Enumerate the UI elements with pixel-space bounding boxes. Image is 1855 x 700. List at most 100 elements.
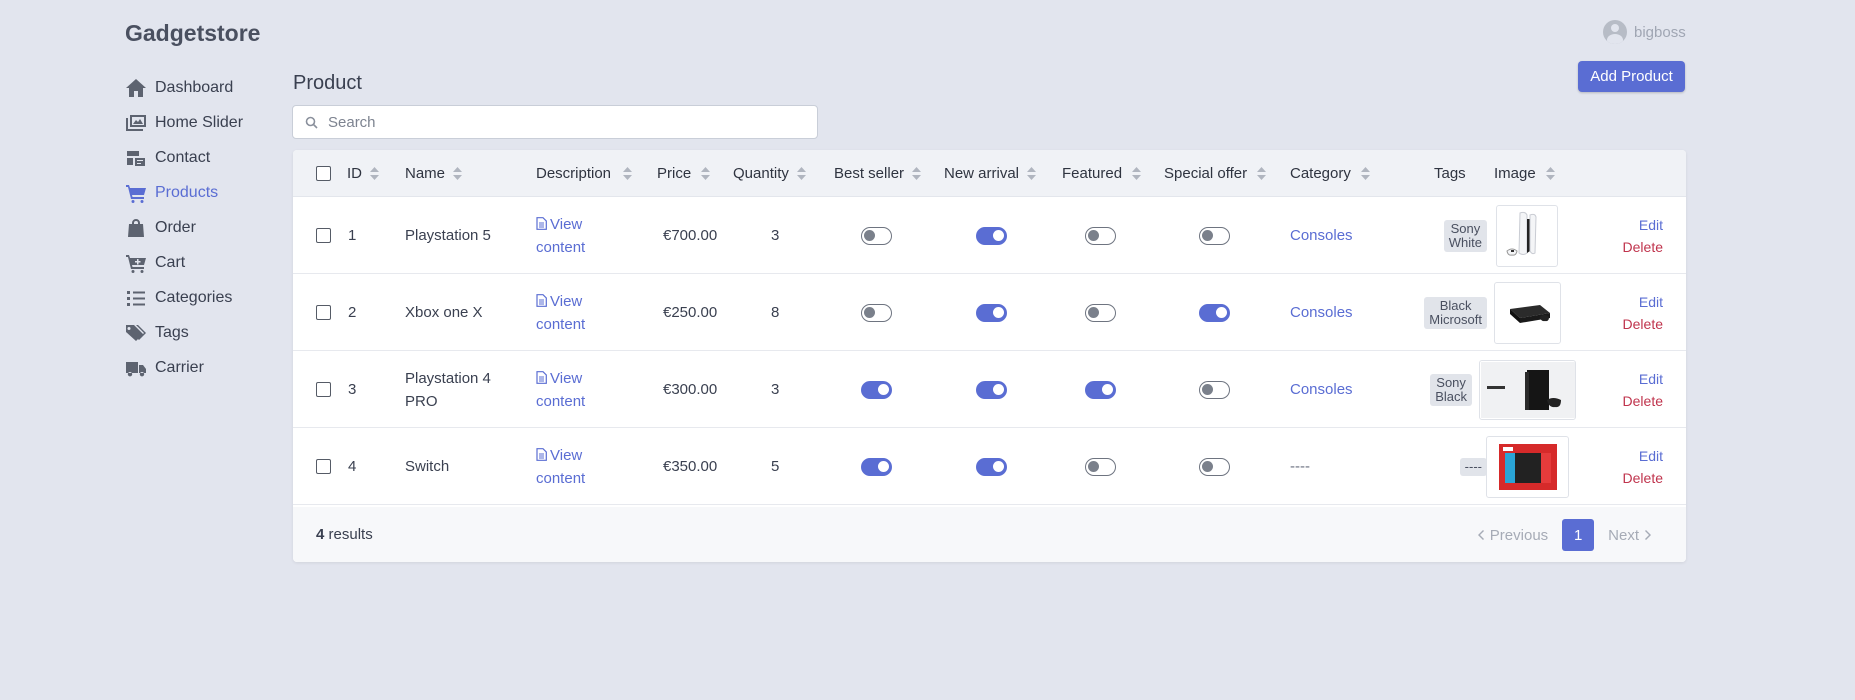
results-count: 4 results [316, 526, 373, 543]
new-arrival-toggle[interactable] [976, 303, 1007, 322]
column-header-best-seller[interactable]: Best seller [834, 150, 922, 197]
best-seller-toggle[interactable] [861, 457, 892, 476]
edit-button[interactable]: Edit [1639, 217, 1663, 233]
row-price: €700.00 [663, 227, 718, 244]
featured-toggle[interactable] [1085, 303, 1116, 322]
sidebar-item-label: Dashboard [155, 78, 234, 96]
contact-icon [125, 148, 147, 168]
best-seller-toggle[interactable] [861, 226, 892, 245]
sidebar-item-dashboard[interactable]: Dashboard [125, 70, 243, 105]
products-table: ID Name Description Price Quantity Best … [293, 150, 1686, 562]
row-name: Switch [405, 458, 450, 475]
row-name: Playstation 5 [405, 227, 491, 244]
special-offer-toggle[interactable] [1199, 226, 1230, 245]
column-header-image[interactable]: Image [1494, 150, 1555, 197]
column-header-price[interactable]: Price [657, 150, 711, 197]
sidebar-item-contact[interactable]: Contact [125, 140, 243, 175]
table-row: 3 Playstation 4 PRO View content €300.00 3… [293, 351, 1686, 428]
edit-button[interactable]: Edit [1639, 294, 1663, 310]
next-page-button[interactable]: Next [1608, 527, 1651, 544]
search-box [292, 105, 818, 139]
row-id: 2 [348, 304, 357, 321]
sidebar-item-home-slider[interactable]: Home Slider [125, 105, 243, 140]
images-icon [125, 113, 147, 133]
tag-badge: ---- [1459, 457, 1487, 476]
special-offer-toggle[interactable] [1199, 380, 1230, 399]
column-header-id[interactable]: ID [347, 150, 379, 197]
edit-button[interactable]: Edit [1639, 448, 1663, 464]
previous-page-button[interactable]: Previous [1477, 527, 1548, 544]
row-checkbox[interactable] [316, 382, 331, 397]
home-icon [125, 78, 147, 98]
view-content-link[interactable]: View content [536, 367, 585, 413]
featured-toggle[interactable] [1085, 457, 1116, 476]
column-header-quantity[interactable]: Quantity [733, 150, 806, 197]
column-header-category[interactable]: Category [1290, 150, 1370, 197]
special-offer-toggle[interactable] [1199, 457, 1230, 476]
view-content-link[interactable]: View content [536, 213, 585, 259]
sort-icon [453, 167, 463, 180]
tag-badge: Black Microsoft [1424, 296, 1487, 329]
sidebar-item-categories[interactable]: Categories [125, 280, 243, 315]
column-header-name[interactable]: Name [405, 150, 463, 197]
table-row: 2 Xbox one X View content €250.00 8 Conso… [293, 274, 1686, 351]
column-header-featured[interactable]: Featured [1062, 150, 1142, 197]
sidebar-item-cart[interactable]: Cart [125, 245, 243, 280]
column-header-new-arrival[interactable]: New arrival [944, 150, 1037, 197]
select-all-checkbox[interactable] [316, 166, 331, 181]
sort-icon [623, 167, 633, 180]
featured-toggle[interactable] [1085, 380, 1116, 399]
tags-icon [125, 323, 147, 343]
view-content-link[interactable]: View content [536, 290, 585, 336]
column-header-special-offer[interactable]: Special offer [1164, 150, 1267, 197]
new-arrival-toggle[interactable] [976, 457, 1007, 476]
edit-button[interactable]: Edit [1639, 371, 1663, 387]
search-icon [305, 116, 318, 129]
new-arrival-toggle[interactable] [976, 380, 1007, 399]
document-icon [536, 293, 547, 307]
category-link[interactable]: Consoles [1290, 381, 1353, 398]
document-icon [536, 370, 547, 384]
sort-icon [1132, 167, 1142, 180]
row-id: 4 [348, 458, 357, 475]
delete-button[interactable]: Delete [1623, 470, 1663, 486]
page-1-button[interactable]: 1 [1562, 519, 1595, 551]
truck-icon [125, 358, 147, 378]
row-checkbox[interactable] [316, 228, 331, 243]
best-seller-toggle[interactable] [861, 380, 892, 399]
delete-button[interactable]: Delete [1623, 393, 1663, 409]
pagination: Previous 1 Next [1477, 519, 1651, 551]
row-checkbox[interactable] [316, 459, 331, 474]
row-quantity: 3 [771, 227, 780, 244]
new-arrival-toggle[interactable] [976, 226, 1007, 245]
username: bigboss [1634, 23, 1686, 41]
sidebar-item-order[interactable]: Order [125, 210, 243, 245]
sidebar-item-tags[interactable]: Tags [125, 315, 243, 350]
delete-button[interactable]: Delete [1623, 316, 1663, 332]
best-seller-toggle[interactable] [861, 303, 892, 322]
sidebar-item-products[interactable]: Products [125, 175, 243, 210]
chevron-right-icon [1645, 530, 1651, 540]
sidebar-item-carrier[interactable]: Carrier [125, 350, 243, 385]
category-link[interactable]: Consoles [1290, 304, 1353, 321]
column-header-tags: Tags [1434, 165, 1466, 182]
add-product-button[interactable]: Add Product [1578, 61, 1685, 92]
sort-icon [912, 167, 922, 180]
category-link[interactable]: Consoles [1290, 227, 1353, 244]
sidebar-item-label: Carrier [155, 358, 204, 376]
delete-button[interactable]: Delete [1623, 239, 1663, 255]
column-header-description[interactable]: Description [536, 150, 633, 197]
search-input[interactable] [328, 113, 817, 131]
featured-toggle[interactable] [1085, 226, 1116, 245]
sort-icon [1257, 167, 1267, 180]
tag-badge: Sony Black [1430, 373, 1472, 406]
brand-title[interactable]: Gadgetstore [125, 20, 260, 47]
special-offer-toggle[interactable] [1199, 303, 1230, 322]
user-menu[interactable]: bigboss [1603, 20, 1686, 44]
row-id: 3 [348, 381, 357, 398]
sort-icon [1545, 167, 1555, 180]
switch-image [1486, 435, 1569, 498]
view-content-link[interactable]: View content [536, 444, 585, 490]
row-checkbox[interactable] [316, 305, 331, 320]
table-header: ID Name Description Price Quantity Best … [293, 150, 1686, 197]
